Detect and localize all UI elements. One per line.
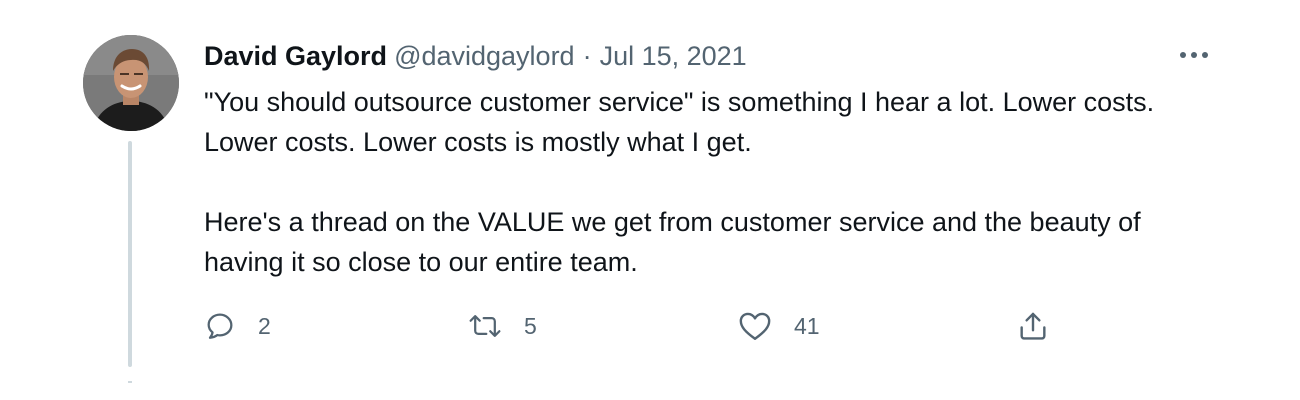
tweet-actions: 2 5 41: [204, 306, 1104, 346]
reply-count: 2: [258, 312, 271, 339]
share-icon: [1016, 309, 1050, 343]
reply-icon: [204, 310, 236, 342]
avatar[interactable]: [83, 35, 179, 131]
heart-icon: [738, 310, 772, 342]
retweet-icon: [468, 310, 502, 342]
retweet-button[interactable]: 5: [468, 306, 537, 346]
author-handle[interactable]: @davidgaylord: [394, 41, 575, 72]
tweet-paragraph: "You should outsource customer service" …: [204, 87, 1155, 157]
tweet[interactable]: David Gaylord @davidgaylord · Jul 15, 20…: [0, 0, 1300, 400]
tweet-paragraph: Here's a thread on the VALUE we get from…: [204, 207, 1141, 277]
tweet-header: David Gaylord @davidgaylord · Jul 15, 20…: [204, 38, 747, 74]
reply-button[interactable]: 2: [204, 306, 271, 346]
tweet-timestamp[interactable]: Jul 15, 2021: [600, 41, 747, 72]
thread-connector-line: [128, 141, 132, 367]
more-options-icon: [1179, 51, 1209, 59]
header-separator: ·: [582, 40, 592, 71]
like-count: 41: [794, 312, 820, 339]
tweet-text: "You should outsource customer service" …: [204, 82, 1224, 282]
retweet-count: 5: [524, 312, 537, 339]
thread-connector-end: [128, 381, 132, 383]
share-button[interactable]: [1016, 306, 1050, 346]
avatar-image: [83, 35, 179, 131]
like-button[interactable]: 41: [738, 306, 820, 346]
author-name[interactable]: David Gaylord: [204, 41, 387, 72]
more-options-button[interactable]: [1176, 40, 1212, 70]
